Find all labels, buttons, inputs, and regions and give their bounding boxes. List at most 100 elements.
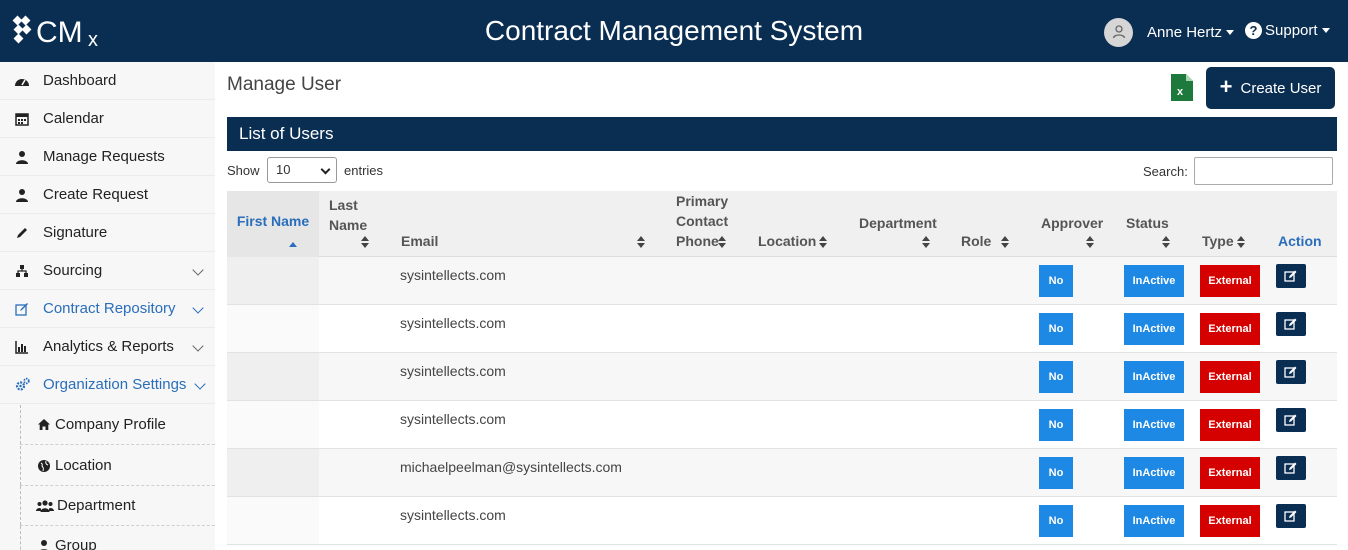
col-approver[interactable]: Approver [1029,191,1109,257]
col-approver-label: Approver [1041,215,1104,231]
approver-badge: No [1039,457,1073,489]
user-tie-icon [14,187,30,203]
col-last-name[interactable]: Last Name [319,191,379,257]
sort-icon [718,236,726,248]
email-cell: michaelpeelman@sysintellects.com [400,459,622,475]
type-badge: External [1200,505,1260,537]
sidebar-item-contract-repository[interactable]: Contract Repository [0,290,215,328]
svg-text:x: x [1177,86,1184,98]
sidebar-item-label: Create Request [43,186,149,203]
col-department-label: Department [859,215,937,231]
edit-user-button[interactable] [1276,312,1306,336]
col-first-name[interactable]: First Name [227,191,319,257]
sort-icon [1162,236,1170,248]
cogs-icon [14,377,30,393]
table-row: sysintellects.com No InActive External [227,353,1337,401]
status-badge: InActive [1124,265,1184,297]
col-first-name-label: First Name [236,213,310,229]
status-badge: InActive [1124,409,1184,441]
sidebar-subitem-department[interactable]: Department [20,486,215,526]
first-name-cell [227,257,319,304]
cmx-logo[interactable]: CM x [12,14,112,48]
type-badge: External [1200,457,1260,489]
entries-per-page-select[interactable]: 10 [267,157,337,183]
user-menu[interactable]: Anne Hertz [1104,17,1235,47]
approver-badge: No [1039,409,1073,441]
col-role[interactable]: Role [949,191,1029,257]
edit-user-button[interactable] [1276,408,1306,432]
svg-text:CM: CM [36,16,83,48]
col-location[interactable]: Location [734,191,829,257]
approver-badge: No [1039,505,1073,537]
sidebar: Dashboard Calendar Manage Requests Creat… [0,62,215,550]
col-primary-contact-phone[interactable]: Primary Contact Phone [654,191,734,257]
search-input[interactable] [1194,157,1333,185]
sidebar-item-label: Sourcing [43,262,103,279]
edit-user-button[interactable] [1276,504,1306,528]
sidebar-subitem-location[interactable]: Location [20,446,215,486]
sort-icon [361,236,369,248]
first-name-cell [227,449,319,496]
sidebar-item-organization-settings[interactable]: Organization Settings [0,366,215,404]
sort-icon [1086,236,1094,248]
type-badge: External [1200,313,1260,345]
col-status-label: Status [1126,215,1169,231]
col-status[interactable]: Status [1109,191,1189,257]
sort-icon [1237,236,1245,248]
table-row: michaelpeelman@sysintellects.com No InAc… [227,449,1337,497]
col-location-label: Location [758,233,817,249]
sidebar-item-manage-requests[interactable]: Manage Requests [0,138,215,176]
col-department[interactable]: Department [829,191,949,257]
excel-export-icon[interactable]: x [1171,74,1193,101]
col-type-label: Type [1202,233,1234,249]
edit-user-button[interactable] [1276,360,1306,384]
pen-icon [14,225,30,241]
sidebar-item-label: Dashboard [43,72,117,89]
support-menu[interactable]: ? Support [1245,22,1330,39]
user-icon [36,538,52,550]
approver-badge: No [1039,313,1073,345]
type-badge: External [1200,361,1260,393]
edit-user-button[interactable] [1276,456,1306,480]
user-name[interactable]: Anne Hertz [1147,24,1222,41]
chevron-down-icon [1226,29,1235,35]
globe-icon [36,458,52,474]
edit-user-button[interactable] [1276,264,1306,288]
sidebar-item-analytics-reports[interactable]: Analytics & Reports [0,328,215,366]
edit-icon [1284,462,1297,474]
users-table-header: First Name Last Name Email Primary Conta… [227,191,1337,257]
home-icon [36,417,52,433]
email-cell: sysintellects.com [400,507,506,523]
sort-asc-icon [289,241,297,247]
col-type[interactable]: Type [1189,191,1263,257]
sidebar-item-dashboard[interactable]: Dashboard [0,62,215,100]
table-row: sysintellects.com No InActive External [227,257,1337,305]
sidebar-subitem-company-profile[interactable]: Company Profile [20,405,215,445]
sidebar-item-sourcing[interactable]: Sourcing [0,252,215,290]
sidebar-subitem-label: Location [55,457,112,474]
col-email-label: Email [401,233,439,249]
create-user-button[interactable]: + Create User [1206,67,1335,109]
status-badge: InActive [1124,361,1184,393]
status-badge: InActive [1124,457,1184,489]
sidebar-item-label: Contract Repository [43,300,176,317]
sidebar-item-calendar[interactable]: Calendar [0,100,215,138]
email-cell: sysintellects.com [400,315,506,331]
chevron-down-icon [194,378,206,390]
avatar[interactable] [1104,17,1133,47]
col-last-name-label: Last Name [329,197,368,233]
sidebar-item-signature[interactable]: Signature [0,214,215,252]
type-badge: External [1200,265,1260,297]
table-row: sysintellects.com No InActive External [227,401,1337,449]
col-role-label: Role [961,233,992,249]
create-user-label: Create User [1240,79,1322,97]
edit-icon [1284,270,1297,282]
sidebar-item-label: Organization Settings [43,376,187,393]
sidebar-item-create-request[interactable]: Create Request [0,176,215,214]
col-email[interactable]: Email [379,191,654,257]
chevron-down-icon [192,302,204,314]
sidebar-subitem-group[interactable]: Group [20,526,215,550]
sort-icon [922,236,930,248]
table-row: sysintellects.com No InActive External [227,305,1337,353]
top-navbar: CM x Contract Management System Anne Her… [0,0,1348,62]
